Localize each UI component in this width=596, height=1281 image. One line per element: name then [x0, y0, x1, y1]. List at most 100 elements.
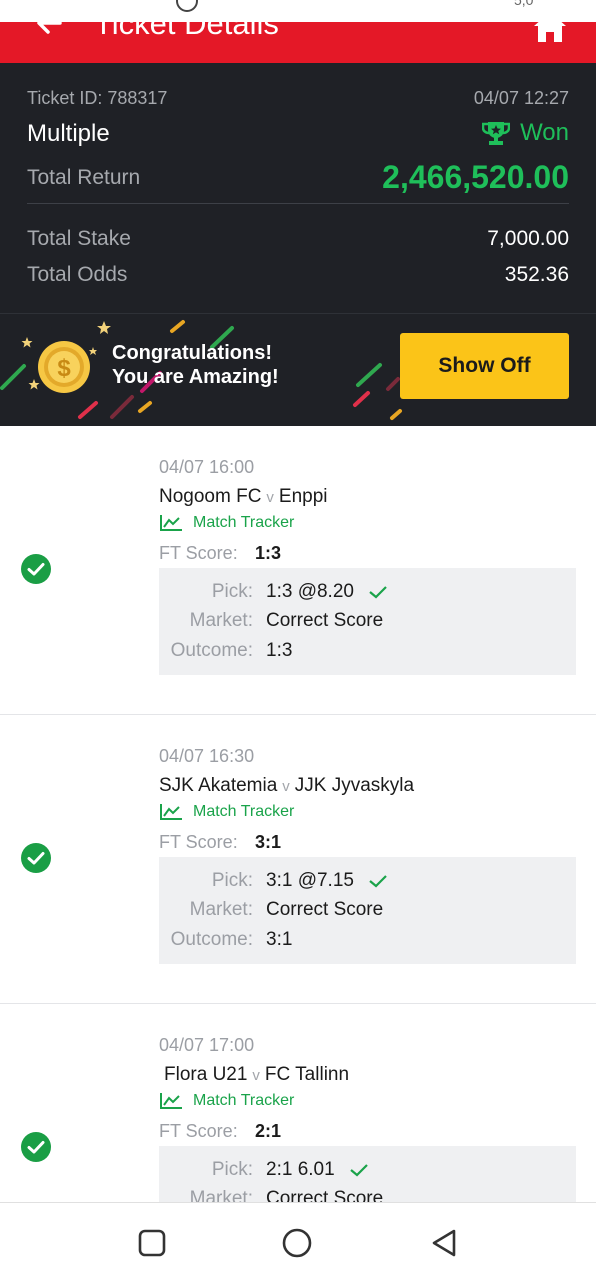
pick-details: Pick: 1:3 @8.20 Market: Correct Score Ou… — [159, 568, 576, 675]
show-off-button[interactable]: Show Off — [400, 333, 569, 399]
outcome-value: 1:3 — [266, 640, 293, 661]
event-date: 04/07 17:00 — [159, 1035, 255, 1055]
home-team: Nogoom FC — [159, 486, 262, 507]
chart-icon — [160, 515, 182, 531]
pick-label: Pick: — [211, 1159, 253, 1180]
ft-score-value: 2:1 — [255, 1121, 282, 1141]
pick-value: 2:1 6.01 — [266, 1159, 335, 1180]
pick-details: Pick: 3:1 @7.15 Market: Correct Score Ou… — [159, 857, 576, 964]
check-circle-icon — [21, 1132, 51, 1162]
versus-label: v — [252, 1067, 260, 1084]
outcome-label: Outcome: — [170, 929, 253, 950]
event-list: 04/07 16:00 Nogoom FC v Enppi Match Tracke… — [0, 426, 596, 1202]
status-icon — [176, 0, 198, 12]
pick-value: 1:3 @8.20 — [266, 581, 354, 602]
total-return-value: 2,466,520.00 — [382, 159, 569, 195]
market-row: Market: Correct Score — [159, 1188, 576, 1202]
match-tracker-label: Match Tracker — [193, 803, 295, 820]
pick-row: Pick: 1:3 @8.20 — [159, 581, 576, 605]
page-title: Ticket Details — [94, 22, 279, 41]
status-text: 5,0 — [514, 0, 534, 8]
ft-score-label: FT Score: — [159, 1121, 238, 1141]
pick-row: Pick: 3:1 @7.15 — [159, 870, 576, 894]
total-stake-label: Total Stake — [27, 227, 131, 250]
pick-value-group: 1:3 @8.20 — [266, 581, 388, 603]
congrats-line-1: Congratulations! — [112, 342, 272, 364]
bet-type: Multiple — [27, 120, 110, 147]
svg-text:$: $ — [57, 355, 71, 382]
event-item: 04/07 17:00 Flora U21 v FC Tallinn Match T… — [0, 1004, 596, 1202]
event-date: 04/07 16:30 — [159, 746, 255, 766]
total-odds-label: Total Odds — [27, 263, 128, 286]
ticket-summary: Ticket ID: 788317 04/07 12:27 Multiple W… — [0, 63, 596, 313]
market-row: Market: Correct Score — [159, 610, 576, 634]
status-badge: Won — [482, 119, 569, 147]
pick-row: Pick: 2:1 6.01 — [159, 1159, 576, 1183]
check-circle-icon — [21, 554, 51, 584]
home-icon[interactable] — [532, 22, 568, 42]
event-item: 04/07 16:00 Nogoom FC v Enppi Match Tracke… — [0, 426, 596, 715]
ft-score-label: FT Score: — [159, 543, 238, 563]
status-bar: 5,0 — [0, 0, 596, 22]
market-label: Market: — [189, 899, 253, 920]
status-text: Won — [520, 119, 569, 146]
event-item: 04/07 16:30 SJK Akatemia v JJK Jyvaskyla M… — [0, 715, 596, 1004]
checkmark-icon — [369, 875, 387, 888]
congrats-line-2: You are Amazing! — [112, 366, 279, 388]
outcome-row: Outcome: 3:1 — [159, 929, 576, 953]
match-tracker-link[interactable]: Match Tracker — [159, 1092, 294, 1110]
system-nav-bar — [0, 1202, 596, 1281]
pick-label: Pick: — [211, 870, 253, 891]
away-team: JJK Jyvaskyla — [294, 775, 415, 796]
home-circle-icon[interactable] — [281, 1227, 313, 1259]
home-team: SJK Akatemia — [159, 775, 278, 796]
market-value: Correct Score — [266, 610, 384, 631]
market-row: Market: Correct Score — [159, 899, 576, 923]
checkmark-icon — [349, 1164, 368, 1177]
divider — [27, 203, 569, 204]
match-title: SJK Akatemia v JJK Jyvaskyla — [159, 775, 414, 797]
outcome-label: Outcome: — [170, 640, 253, 661]
ticket-id: Ticket ID: 788317 — [27, 88, 168, 108]
home-team: Flora U21 — [164, 1064, 248, 1085]
back-arrow-icon[interactable] — [34, 22, 64, 38]
market-value: Correct Score — [266, 1188, 384, 1202]
pick-value-group: 2:1 6.01 — [266, 1159, 369, 1181]
ft-score-value: 1:3 — [255, 543, 282, 563]
match-tracker-label: Match Tracker — [193, 514, 295, 531]
match-title: Nogoom FC v Enppi — [159, 486, 328, 508]
market-label: Market: — [189, 1188, 253, 1202]
pick-label: Pick: — [211, 581, 253, 602]
congratulations-banner: $ Congratulations! You are Amazing! Show… — [0, 313, 596, 426]
market-label: Market: — [189, 610, 253, 631]
chart-icon — [160, 1093, 182, 1109]
ft-score-label: FT Score: — [159, 832, 238, 852]
pick-details: Pick: 2:1 6.01 Market: Correct Score — [159, 1146, 576, 1202]
coin-icon: $ — [38, 341, 90, 393]
check-circle-icon — [21, 843, 51, 873]
trophy-icon — [482, 122, 511, 145]
market-value: Correct Score — [266, 899, 384, 920]
checkmark-icon — [369, 586, 387, 599]
total-odds-value: 352.36 — [504, 263, 569, 286]
recent-apps-icon[interactable] — [136, 1227, 168, 1259]
match-tracker-link[interactable]: Match Tracker — [159, 803, 294, 821]
match-tracker-label: Match Tracker — [193, 1092, 295, 1109]
total-stake-value: 7,000.00 — [487, 227, 569, 250]
away-team: Enppi — [278, 486, 328, 507]
match-tracker-link[interactable]: Match Tracker — [159, 514, 294, 532]
back-triangle-icon[interactable] — [428, 1227, 460, 1259]
pick-value-group: 3:1 @7.15 — [266, 870, 388, 892]
app-header: Ticket Details — [0, 22, 596, 63]
total-return-label: Total Return — [27, 166, 141, 189]
event-date: 04/07 16:00 — [159, 457, 255, 477]
away-team: FC Tallinn — [264, 1064, 350, 1085]
match-title: Flora U21 v FC Tallinn — [164, 1064, 349, 1086]
ticket-date: 04/07 12:27 — [473, 88, 569, 108]
chart-icon — [160, 804, 182, 820]
pick-value: 3:1 @7.15 — [266, 870, 354, 891]
versus-label: v — [282, 778, 290, 795]
ft-score-value: 3:1 — [255, 832, 282, 852]
outcome-row: Outcome: 1:3 — [159, 640, 576, 664]
outcome-value: 3:1 — [266, 929, 293, 950]
